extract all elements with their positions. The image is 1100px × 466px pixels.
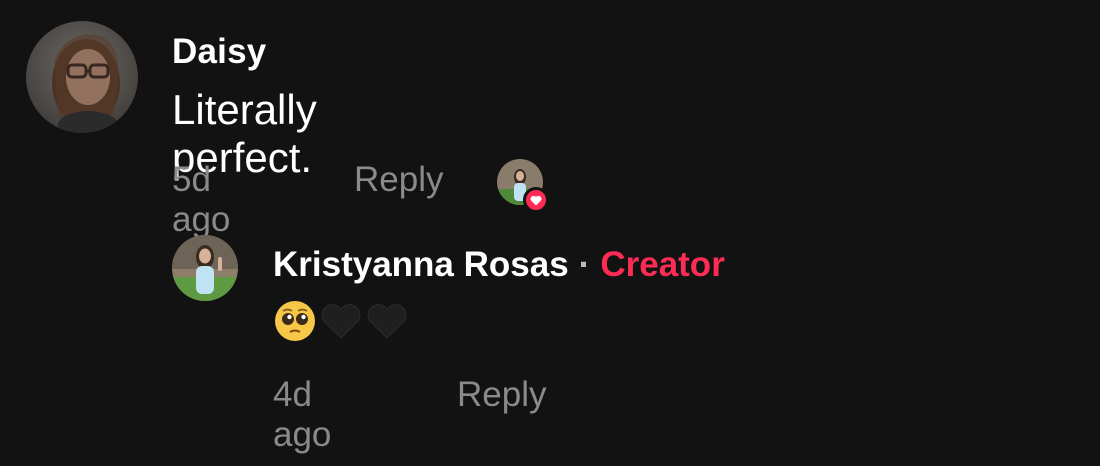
reply-username[interactable]: Kristyanna Rosas <box>273 245 569 284</box>
reply-button[interactable]: Reply <box>457 375 546 415</box>
avatar[interactable] <box>26 21 138 133</box>
profile-photo-icon <box>26 21 138 133</box>
reply-header: Kristyanna Rosas · Creator <box>273 245 725 285</box>
comment-username[interactable]: Daisy <box>172 32 266 72</box>
reply-text <box>273 299 409 343</box>
separator-dot: · <box>578 245 591 284</box>
comment-timestamp: 5d ago <box>172 160 231 239</box>
reply-button[interactable]: Reply <box>354 160 443 200</box>
profile-photo-icon <box>172 235 238 301</box>
reply-timestamp: 4d ago <box>273 375 332 454</box>
pleading-face-emoji-icon <box>275 301 315 341</box>
heart-icon <box>523 187 549 213</box>
avatar[interactable] <box>172 235 238 301</box>
black-heart-emoji-icon <box>367 304 407 339</box>
black-heart-emoji-icon <box>321 304 361 339</box>
creator-badge: Creator <box>600 245 725 284</box>
creator-liked-indicator <box>497 159 553 215</box>
